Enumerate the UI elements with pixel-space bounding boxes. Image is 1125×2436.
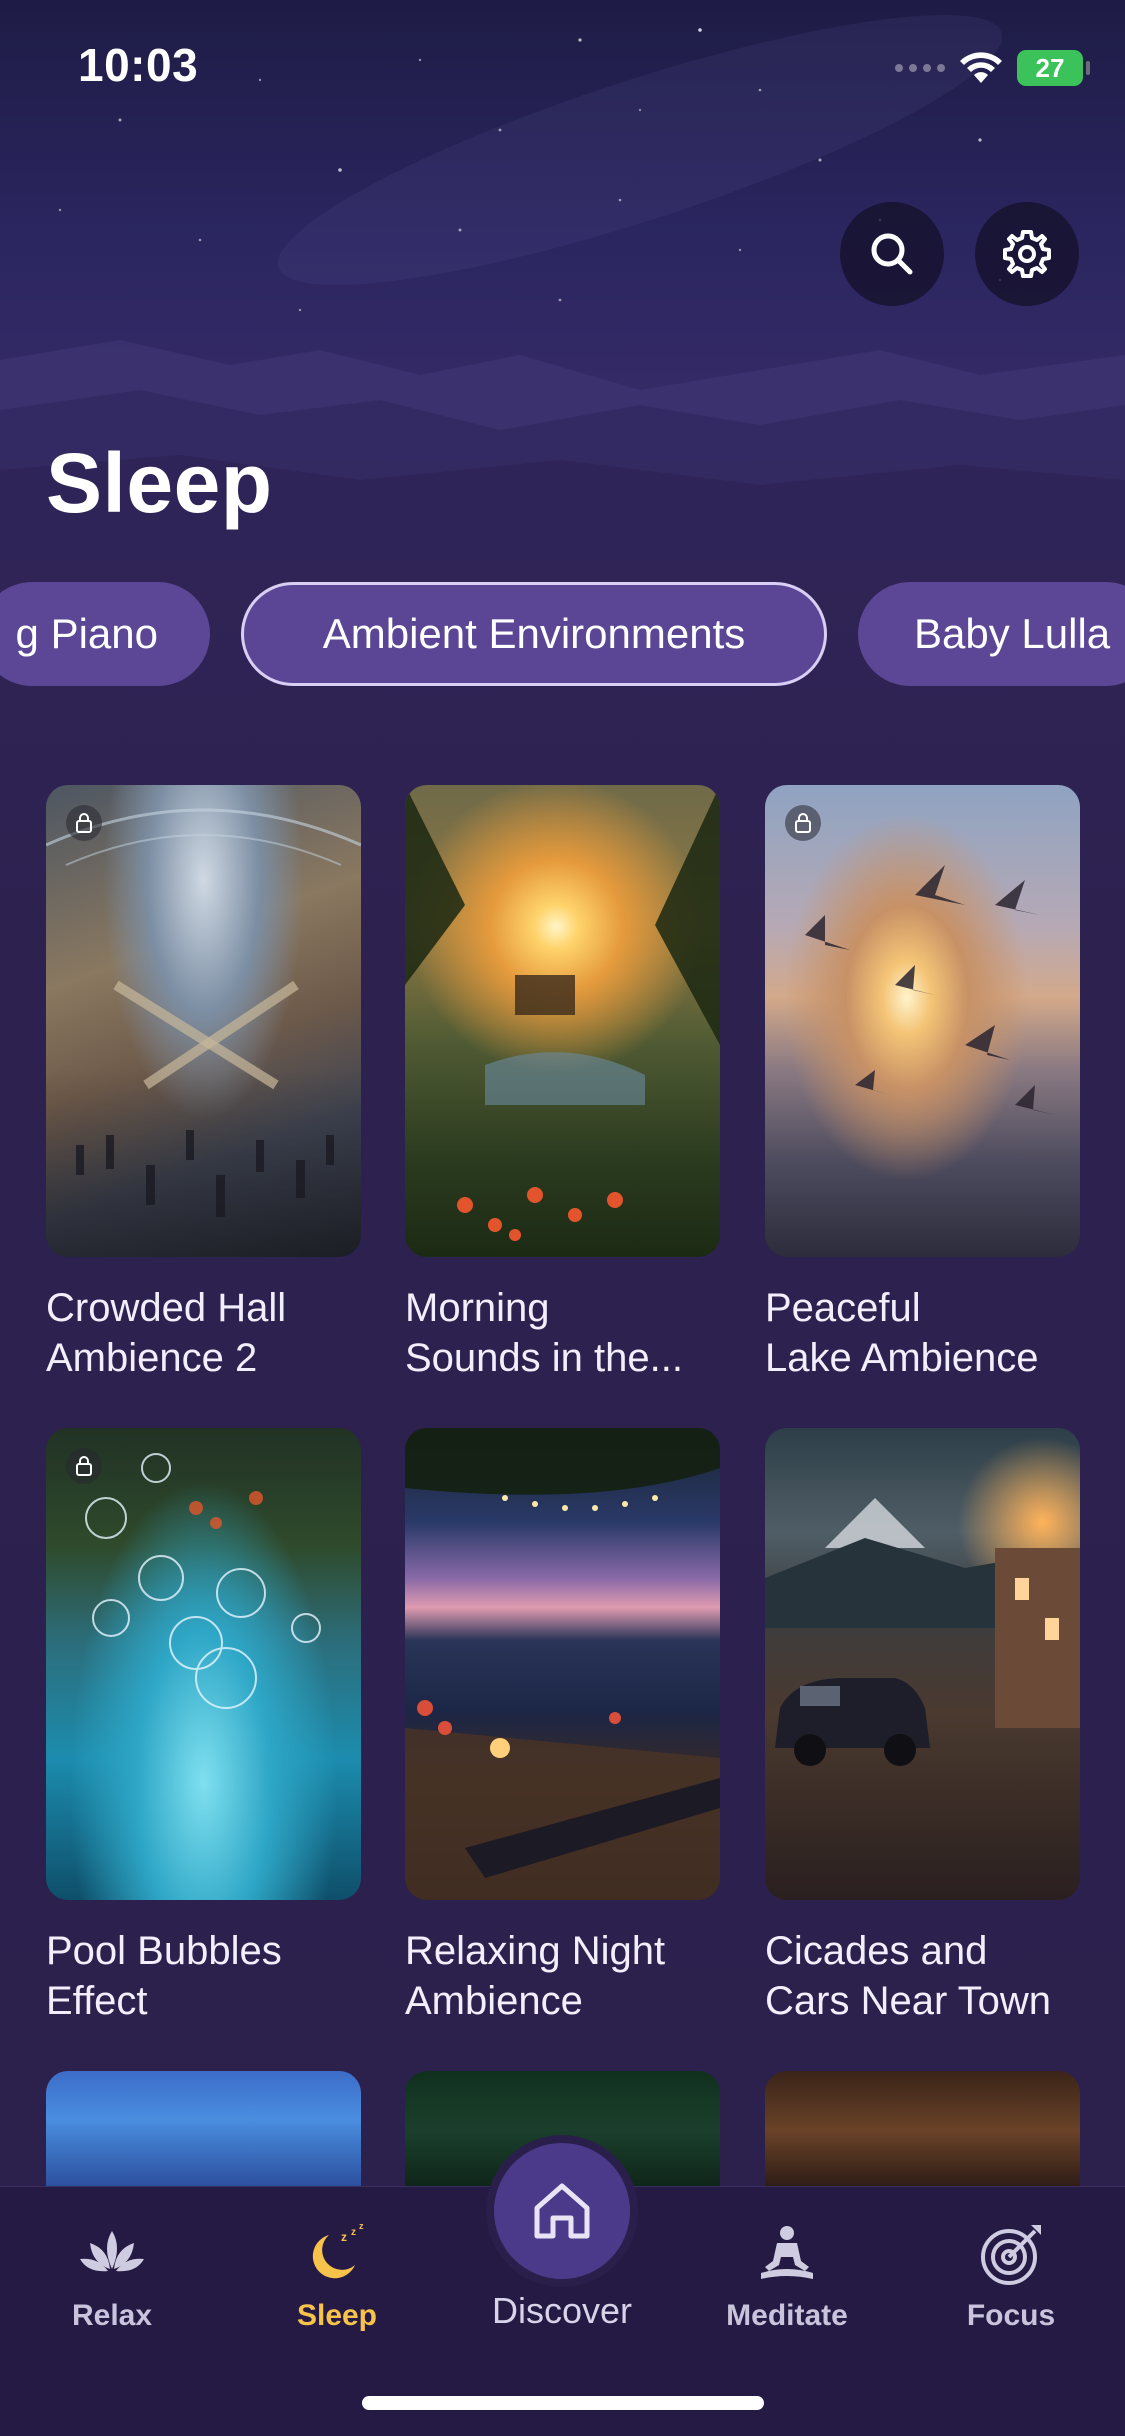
card-title-line: Sounds in the... bbox=[405, 1336, 683, 1380]
card-title-line: Ambience bbox=[405, 1979, 583, 2023]
lock-icon bbox=[66, 805, 102, 841]
card-thumbnail bbox=[405, 1428, 720, 1900]
card-title-line: Pool Bubbles bbox=[46, 1929, 282, 1973]
battery-icon: 27 bbox=[1017, 50, 1090, 86]
home-indicator bbox=[362, 2396, 764, 2410]
card-title: Relaxing Night Ambience bbox=[405, 1926, 720, 2026]
card-title-line: Cicades and bbox=[765, 1929, 988, 1973]
card-title: Morning Sounds in the... bbox=[405, 1283, 720, 1383]
card-title-line: Peaceful bbox=[765, 1286, 921, 1330]
svg-text:z: z bbox=[359, 2221, 364, 2231]
card-thumbnail bbox=[765, 2071, 1080, 2191]
card-thumbnail bbox=[46, 2071, 361, 2191]
card-title: Cicades and Cars Near Town bbox=[765, 1926, 1080, 2026]
card-title-line: Relaxing Night bbox=[405, 1929, 666, 1973]
card-thumbnail bbox=[765, 785, 1080, 1257]
home-icon bbox=[534, 2183, 590, 2239]
sound-card[interactable]: Cicades and Cars Near Town bbox=[765, 1428, 1080, 2026]
tab-relax[interactable]: Relax bbox=[27, 2217, 197, 2333]
cellular-signal-icon bbox=[895, 64, 945, 72]
search-button[interactable] bbox=[840, 202, 944, 306]
lock-icon bbox=[66, 1448, 102, 1484]
card-thumbnail bbox=[46, 1428, 361, 1900]
wifi-icon bbox=[960, 52, 1002, 83]
category-label: Baby Lulla bbox=[914, 610, 1111, 657]
night-deck-illustration bbox=[405, 1428, 720, 1900]
jungle-illustration bbox=[405, 785, 720, 1241]
tab-sleep[interactable]: z z z Sleep bbox=[252, 2217, 422, 2333]
tab-label: Focus bbox=[966, 2299, 1056, 2332]
card-title-line: Morning bbox=[405, 1286, 550, 1330]
card-title-line: Effect bbox=[46, 1979, 148, 2023]
svg-text:z: z bbox=[351, 2227, 356, 2238]
sound-card[interactable]: Pool Bubbles Effect bbox=[46, 1428, 361, 2026]
card-thumbnail bbox=[765, 1428, 1080, 1900]
search-icon bbox=[871, 233, 913, 275]
category-label: Ambient Environments bbox=[322, 610, 746, 657]
tab-label: Sleep bbox=[296, 2299, 378, 2332]
battery-level: 27 bbox=[1035, 53, 1065, 83]
gear-icon bbox=[1003, 230, 1051, 278]
svg-text:z: z bbox=[341, 2230, 347, 2244]
target-icon bbox=[981, 2225, 1041, 2285]
bubbles-illustration bbox=[85, 1453, 321, 1709]
tab-focus[interactable]: Focus bbox=[926, 2217, 1096, 2333]
sound-card[interactable]: Morning Sounds in the... bbox=[405, 785, 720, 1383]
card-title: Pool Bubbles Effect bbox=[46, 1926, 361, 2026]
status-time: 10:03 bbox=[78, 39, 199, 91]
sound-card[interactable]: Crowded Hall Ambience 2 bbox=[46, 785, 361, 1383]
category-label: g Piano bbox=[15, 610, 158, 657]
tab-meditate[interactable]: Meditate bbox=[702, 2217, 872, 2333]
town-street-illustration bbox=[765, 1498, 1080, 1766]
card-title: Crowded Hall Ambience 2 bbox=[46, 1283, 361, 1383]
birds-illustration bbox=[805, 865, 1055, 1115]
discover-button[interactable] bbox=[494, 2143, 630, 2279]
category-pill-ambient-environments[interactable]: Ambient Environments bbox=[241, 582, 827, 686]
card-title-line: Cars Near Town bbox=[765, 1979, 1052, 2023]
meditation-icon bbox=[761, 2226, 813, 2279]
status-icons: 27 bbox=[895, 46, 1090, 90]
card-title-line: Ambience 2 bbox=[46, 1336, 258, 1380]
tab-discover-label: Discover bbox=[491, 2290, 633, 2331]
card-title: Peaceful Lake Ambience bbox=[765, 1283, 1080, 1383]
sound-card[interactable]: Relaxing Night Ambience bbox=[405, 1428, 720, 2026]
lock-icon bbox=[785, 805, 821, 841]
moon-zzz-icon: z z z bbox=[312, 2221, 364, 2279]
card-title-line: Lake Ambience bbox=[765, 1336, 1039, 1380]
sound-card[interactable] bbox=[765, 2071, 1080, 2191]
category-pill-baby-lullabies[interactable]: Baby Lulla bbox=[858, 582, 1125, 686]
mall-illustration bbox=[46, 808, 361, 1217]
card-thumbnail bbox=[46, 785, 361, 1257]
card-title-line: Crowded Hall bbox=[46, 1286, 287, 1330]
tab-label: Relax bbox=[71, 2299, 153, 2332]
card-thumbnail bbox=[405, 785, 720, 1257]
settings-button[interactable] bbox=[975, 202, 1079, 306]
lotus-icon bbox=[80, 2231, 144, 2272]
sound-card[interactable] bbox=[46, 2071, 361, 2191]
tab-label: Meditate bbox=[726, 2299, 848, 2332]
page-title: Sleep bbox=[46, 436, 273, 530]
category-pill-piano[interactable]: g Piano bbox=[0, 582, 210, 686]
sound-card[interactable]: Peaceful Lake Ambience bbox=[765, 785, 1080, 1383]
